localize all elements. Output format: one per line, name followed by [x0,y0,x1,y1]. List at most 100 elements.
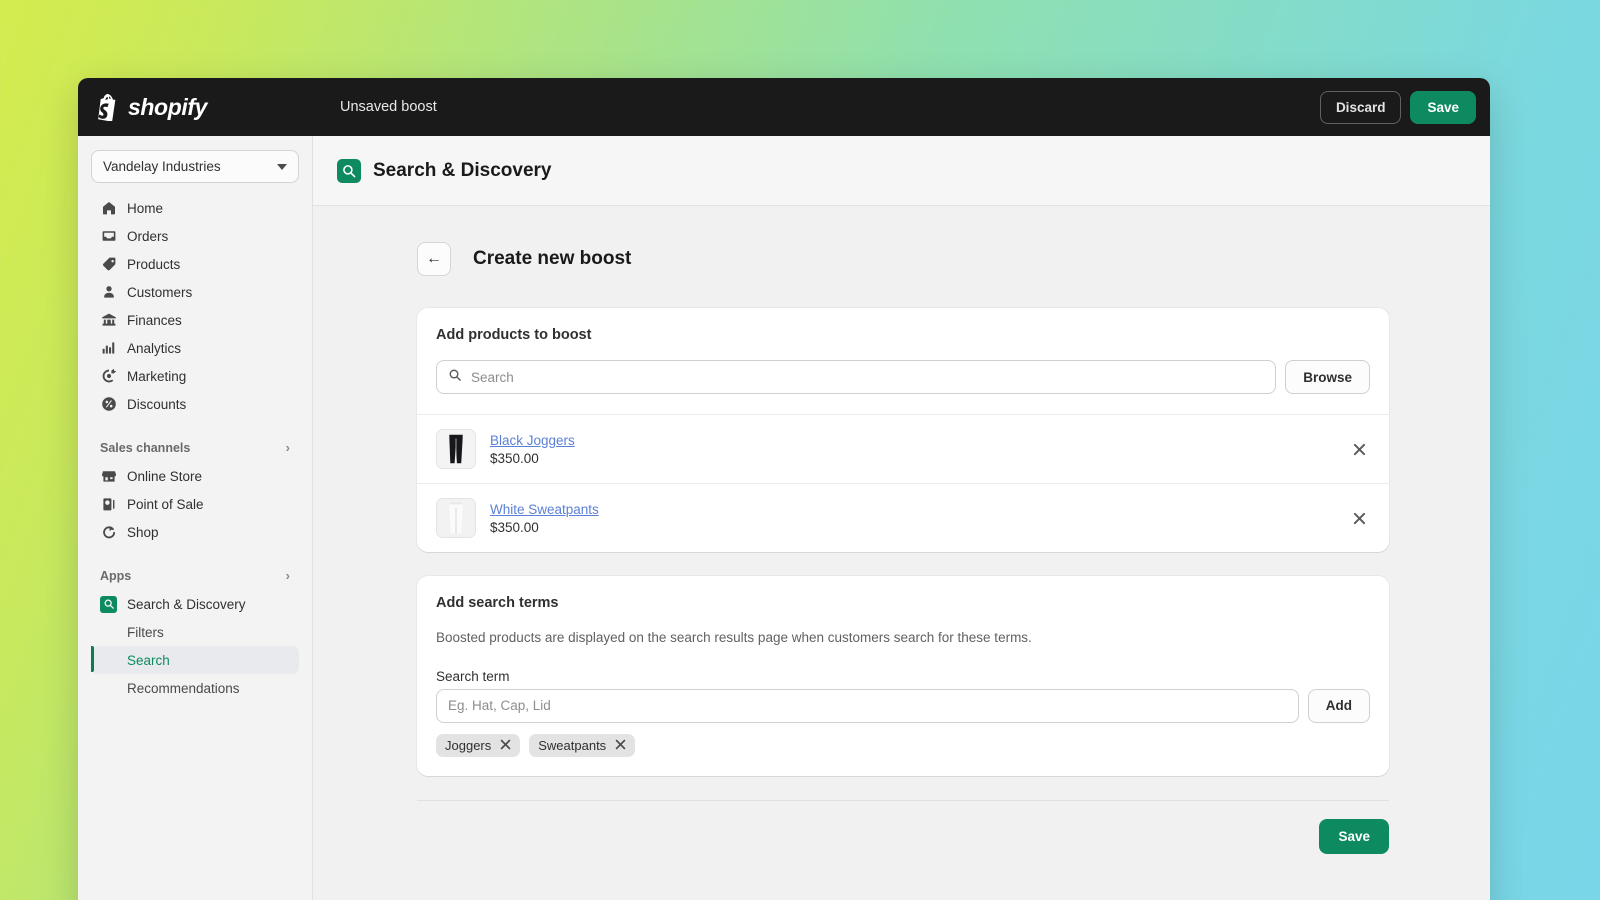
app-page-header: Search & Discovery [313,136,1490,206]
sidebar-item-label: Home [127,200,164,216]
product-price: $350.00 [490,451,539,466]
page-title: Search & Discovery [373,159,552,181]
bank-icon [100,312,117,329]
add-products-card-body: Add products to boost [417,308,1389,343]
marketing-target-icon [100,368,117,385]
top-bar-actions: Discard Save [1319,90,1476,124]
remove-product-button[interactable] [1348,438,1370,460]
product-tag-icon [100,256,117,273]
add-search-terms-body: Add search terms Boosted products are di… [417,576,1389,776]
sidebar-item-label: Products [127,256,181,272]
store-name: Vandelay Industries [103,159,221,174]
storefront-icon [100,468,117,485]
footer-actions: Save [417,799,1389,854]
tag-label: Joggers [445,737,492,753]
body-split: Vandelay Industries Home Orders Products… [78,136,1490,900]
chevron-right-icon: › [285,568,290,583]
product-link[interactable]: White Sweatpants [490,502,599,517]
add-term-button[interactable]: Add [1307,688,1370,723]
sidebar-section-label: Apps [100,568,132,583]
sidebar-item-label: Point of Sale [127,496,204,512]
sidebar-item-point-of-sale[interactable]: Point of Sale [91,490,299,518]
product-info: White Sweatpants $350.00 [490,501,1334,535]
store-selector[interactable]: Vandelay Industries [91,150,299,183]
search-discovery-app-icon [100,595,117,613]
sidebar-item-label: Analytics [127,340,182,356]
sidebar-item-marketing[interactable]: Marketing [91,362,299,390]
active-item-indicator [91,646,94,672]
save-button-bottom[interactable]: Save [1319,818,1389,854]
search-term-tags: Joggers Sweatpants [436,733,1370,776]
unsaved-changes-title: Unsaved boost [340,99,437,115]
product-search-input[interactable]: Search [436,360,1277,394]
sidebar-item-products[interactable]: Products [91,250,299,278]
sidebar-item-label: Customers [127,284,193,300]
sidebar-item-discounts[interactable]: Discounts [91,390,299,418]
sidebar-item-label: Discounts [127,396,187,412]
sidebar-item-online-store[interactable]: Online Store [91,462,299,490]
sidebar-subitem-label: Recommendations [127,680,240,696]
discard-button[interactable]: Discard [1319,90,1402,124]
sidebar-item-recommendations[interactable]: Recommendations [91,674,299,702]
sidebar-item-filters[interactable]: Filters [91,618,299,646]
sidebar-section-apps[interactable]: Apps › [91,563,299,588]
sidebar-item-customers[interactable]: Customers [91,278,299,306]
search-term-tag: Sweatpants [529,733,636,757]
sidebar-item-label: Finances [127,312,182,328]
product-row: Black Joggers $350.00 [417,414,1389,483]
app-window: shopify Unsaved boost Discard Save Vande… [78,78,1490,900]
search-discovery-app-icon [337,158,361,183]
boost-page-title: Create new boost [473,248,632,269]
search-term-label: Search term [436,668,510,684]
home-icon [100,200,117,217]
search-term-placeholder: Eg. Hat, Cap, Lid [448,698,551,714]
product-row: White Sweatpants $350.00 [417,483,1389,552]
center-column: ← Create new boost Add products to boost [417,242,1389,854]
search-icon [448,368,462,387]
product-link[interactable]: Black Joggers [490,433,575,448]
sidebar-item-label: Marketing [127,368,187,384]
bar-chart-icon [100,340,117,357]
product-info: Black Joggers $350.00 [490,432,1334,466]
remove-tag-button[interactable] [500,738,511,753]
add-search-terms-card: Add search terms Boosted products are di… [417,576,1389,776]
sidebar-item-home[interactable]: Home [91,194,299,222]
browse-button[interactable]: Browse [1285,360,1370,394]
sidebar-subitem-label: Search [127,652,170,668]
remove-tag-button[interactable] [615,738,626,753]
chevron-right-icon: › [285,440,290,455]
sidebar-subitem-label: Filters [127,624,164,640]
point-of-sale-icon [100,496,117,513]
sidebar-section-sales-channels[interactable]: Sales channels › [91,435,299,460]
search-term-input[interactable]: Eg. Hat, Cap, Lid [436,688,1299,723]
sidebar-item-search[interactable]: Search [91,646,299,674]
shopify-logo[interactable]: shopify [96,93,312,122]
sidebar-item-label: Search & Discovery [127,596,246,612]
add-search-terms-title: Add search terms [436,595,559,611]
chevron-down-icon [277,163,287,170]
sidebar-item-analytics[interactable]: Analytics [91,334,299,362]
tag-label: Sweatpants [538,737,607,753]
save-button-top[interactable]: Save [1410,90,1476,124]
shop-icon [100,524,117,541]
white-sweatpants-thumbnail [436,498,476,538]
person-icon [100,284,117,301]
arrow-left-icon: ← [426,250,442,267]
search-term-row: Eg. Hat, Cap, Lid Add [436,688,1370,723]
sidebar-item-search-and-discovery[interactable]: Search & Discovery [91,590,299,618]
sidebar-item-shop[interactable]: Shop [91,518,299,546]
back-button[interactable]: ← [417,242,451,276]
remove-product-button[interactable] [1348,507,1370,529]
sidebar-item-orders[interactable]: Orders [91,222,299,250]
sidebar-item-label: Shop [127,524,159,540]
sidebar-item-finances[interactable]: Finances [91,306,299,334]
product-price: $350.00 [490,520,539,535]
main-content: Search & Discovery ← Create new boost Ad… [313,136,1490,900]
product-search-row: Search Browse [417,360,1389,414]
top-bar: shopify Unsaved boost Discard Save [78,78,1490,136]
sidebar-item-label: Online Store [127,468,203,484]
orders-inbox-icon [100,228,117,245]
boost-header: ← Create new boost [417,242,1389,276]
page-content: ← Create new boost Add products to boost [313,206,1490,854]
product-search-placeholder: Search [471,369,514,385]
